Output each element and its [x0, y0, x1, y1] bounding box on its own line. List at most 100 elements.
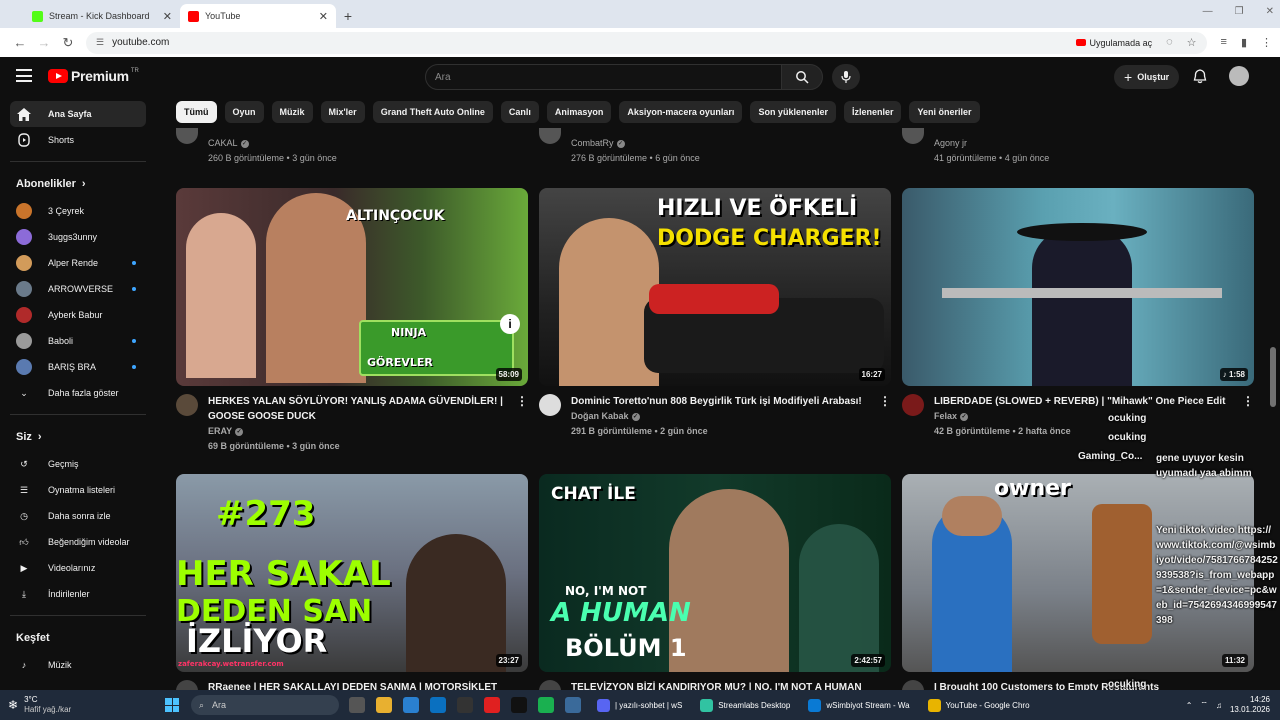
sidebar-item-shorts[interactable]: Shorts: [10, 127, 146, 153]
video-thumbnail[interactable]: HIZLI VE ÖFKELİ DODGE CHARGER! 16:27: [539, 188, 891, 386]
app-icon[interactable]: [565, 697, 581, 713]
tab-kick-dashboard[interactable]: Stream - Kick Dashboard ✕: [24, 4, 180, 28]
voice-search-button[interactable]: [832, 64, 860, 90]
channel-avatar[interactable]: [539, 128, 561, 144]
search-button[interactable]: [781, 64, 823, 90]
file-explorer-icon[interactable]: [376, 697, 392, 713]
channel-avatar[interactable]: [539, 680, 561, 690]
scrollbar-thumb[interactable]: [1270, 347, 1276, 407]
sidebar-item-subscription[interactable]: Alper Rende: [10, 250, 146, 276]
new-tab-button[interactable]: +: [336, 4, 360, 28]
tiktok-icon[interactable]: [511, 697, 527, 713]
app-icon[interactable]: [457, 697, 473, 713]
channel-avatar[interactable]: [902, 394, 924, 416]
sidebar-item-history[interactable]: ↺ Geçmiş: [10, 451, 146, 477]
sidebar-item-home[interactable]: Ana Sayfa: [10, 101, 146, 127]
video-card[interactable]: ♪ 1:58 LIBERDADE (SLOWED + REVERB) | "Mi…: [902, 188, 1254, 468]
video-title[interactable]: RRaenee | HER SAKALLAYI DEDEN SANMA | MO…: [208, 680, 504, 690]
filter-chip[interactable]: Yeni öneriler: [909, 101, 980, 123]
video-card[interactable]: owner 11:32 I Brought 100 Customers to E…: [902, 474, 1254, 690]
more-actions-icon[interactable]: ⋮: [879, 394, 891, 408]
video-card[interactable]: HIZLI VE ÖFKELİ DODGE CHARGER! 16:27 Dom…: [539, 188, 891, 468]
filter-chip[interactable]: Tümü: [176, 101, 217, 123]
video-thumbnail[interactable]: ♪ 1:58: [902, 188, 1254, 386]
forward-icon[interactable]: →: [32, 35, 56, 50]
channel-name[interactable]: Doğan Kabak ✓: [571, 409, 867, 424]
channel-name[interactable]: Agony jr: [934, 136, 1049, 151]
weather-widget[interactable]: ❄ 3°C Hafif yağ./kar: [0, 695, 155, 715]
url-field[interactable]: ☰ youtube.com Uygulamada aç ◌ ☆: [86, 31, 1207, 54]
channel-avatar[interactable]: [539, 394, 561, 416]
filter-chip[interactable]: Aksiyon-macera oyunları: [619, 101, 743, 123]
store-icon[interactable]: [403, 697, 419, 713]
video-title[interactable]: I Brought 100 Customers to Empty Restaur…: [934, 680, 1230, 690]
account-avatar[interactable]: [1229, 66, 1249, 86]
channel-name[interactable]: Felax ✓: [934, 409, 1230, 424]
tab-youtube[interactable]: YouTube ✕: [180, 4, 336, 28]
sidebar-item-music[interactable]: ♪ Müzik: [10, 652, 146, 678]
create-button[interactable]: + Oluştur: [1114, 65, 1180, 89]
close-tab-icon[interactable]: ✕: [319, 10, 328, 23]
more-actions-icon[interactable]: ⋮: [1242, 394, 1254, 408]
back-icon[interactable]: ←: [8, 35, 32, 50]
search-input[interactable]: Ara: [425, 64, 782, 90]
channel-name[interactable]: CombatRy ✓: [571, 136, 700, 151]
info-icon[interactable]: i: [500, 314, 520, 334]
notifications-button[interactable]: [1193, 69, 1207, 89]
extension-icon[interactable]: ▮: [1241, 36, 1247, 49]
taskbar-search[interactable]: ⌕ Ara: [191, 695, 339, 715]
channel-avatar[interactable]: [902, 128, 924, 144]
reload-icon[interactable]: ↻: [56, 35, 80, 51]
browser-menu-icon[interactable]: ⋮: [1261, 36, 1272, 49]
close-tab-icon[interactable]: ✕: [163, 10, 172, 23]
video-thumbnail[interactable]: CHAT İLE NO, I'M NOT A HUMAN BÖLÜM 1 2:4…: [539, 474, 891, 672]
sidebar-item-subscription[interactable]: Baboli: [10, 328, 146, 354]
channel-name[interactable]: ERAY ✓: [208, 424, 504, 439]
task-view-icon[interactable]: [349, 697, 365, 713]
site-info-icon[interactable]: ☰: [96, 37, 104, 48]
sidebar-item-your-videos[interactable]: ▶ Videolarınız: [10, 555, 146, 581]
open-in-app-button[interactable]: Uygulamada aç: [1075, 38, 1152, 48]
video-thumbnail[interactable]: #273 HER SAKAL DEDEN SAN İZLİYOR zaferak…: [176, 474, 528, 672]
volume-icon[interactable]: ♫: [1216, 701, 1222, 710]
minimize-icon[interactable]: —: [1203, 6, 1213, 17]
filter-chip[interactable]: Mix'ler: [320, 101, 365, 123]
video-thumbnail[interactable]: ALTINÇOCUK NINJA GÖREVLER i 58:09: [176, 188, 528, 386]
youtube-logo[interactable]: Premium TR: [48, 68, 139, 84]
page-scrollbar[interactable]: [1270, 97, 1276, 690]
sidebar-item-subscription[interactable]: ARROWVERSE: [10, 276, 146, 302]
you-heading[interactable]: Siz ›: [10, 423, 146, 451]
video-title[interactable]: HERKES YALAN SÖYLÜYOR! YANLIŞ ADAMA GÜVE…: [208, 394, 504, 454]
taskbar-task[interactable]: Streamlabs Desktop: [694, 693, 796, 717]
taskbar-task[interactable]: wSimbiyot Stream - Wa: [802, 693, 915, 717]
tray-overflow-icon[interactable]: ⌃: [1186, 701, 1193, 710]
media-control-icon[interactable]: ≡: [1221, 36, 1227, 49]
bookmark-star-icon[interactable]: ☆: [1187, 36, 1197, 49]
subscriptions-heading[interactable]: Abonelikler ›: [10, 170, 146, 198]
video-card[interactable]: ALTINÇOCUK NINJA GÖREVLER i 58:09 HERKES…: [176, 188, 528, 468]
video-title[interactable]: TELEVİZYON BİZİ KANDIRIYOR MU? | NO, I'M…: [571, 680, 867, 690]
spotify-icon[interactable]: [538, 697, 554, 713]
show-more-button[interactable]: ⌄ Daha fazla göster: [10, 380, 146, 406]
sidebar-item-liked[interactable]: 👍︎ Beğendiğim videolar: [10, 529, 146, 555]
network-icon[interactable]: ⌔: [1200, 700, 1208, 710]
taskbar-task[interactable]: | yazılı-sohbet | wS: [591, 693, 688, 717]
taskbar-task[interactable]: YouTube - Google Chro: [922, 693, 1036, 717]
close-window-icon[interactable]: ✕: [1266, 6, 1274, 17]
sidebar-item-subscription[interactable]: 3 Çeyrek: [10, 198, 146, 224]
sidebar-item-watch-later[interactable]: ◷ Daha sonra izle: [10, 503, 146, 529]
channel-name[interactable]: CAKAL ✓: [208, 136, 337, 151]
filter-chip[interactable]: Grand Theft Auto Online: [372, 101, 493, 123]
menu-icon[interactable]: [16, 69, 32, 82]
clock[interactable]: 14:26 13.01.2026: [1230, 695, 1270, 715]
channel-avatar[interactable]: [176, 680, 198, 690]
filter-chip[interactable]: Müzik: [271, 101, 313, 123]
sidebar-item-download[interactable]: ⤓ İndirilenler: [10, 581, 146, 607]
video-title[interactable]: LIBERDADE (SLOWED + REVERB) | "Mihawk" O…: [934, 394, 1230, 439]
sidebar-item-playlists[interactable]: ☰ Oynatma listeleri: [10, 477, 146, 503]
filter-chip[interactable]: İzlenenler: [843, 101, 902, 123]
video-thumbnail[interactable]: owner 11:32: [902, 474, 1254, 672]
filter-chip[interactable]: Canlı: [500, 101, 539, 123]
more-actions-icon[interactable]: ⋮: [516, 394, 528, 408]
video-title[interactable]: Dominic Toretto'nun 808 Beygirlik Türk i…: [571, 394, 867, 439]
